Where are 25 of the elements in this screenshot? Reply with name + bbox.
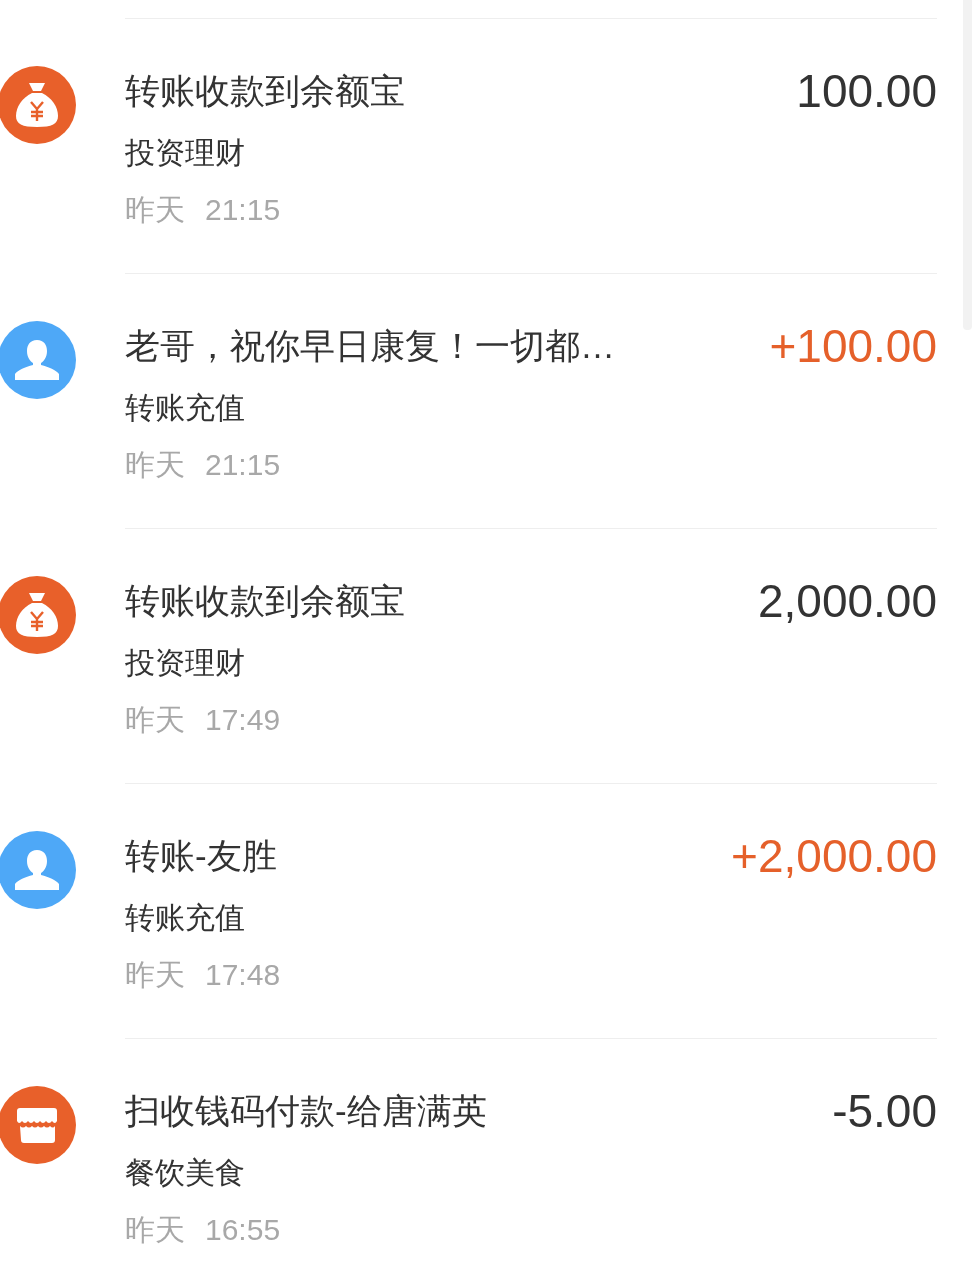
transaction-time: 21:15 [205, 192, 281, 228]
transaction-time: 17:49 [205, 702, 281, 738]
transaction-title: 转账收款到余额宝 [125, 580, 405, 622]
transaction-time: 21:15 [205, 447, 281, 483]
transaction-category: 转账充值 [125, 390, 245, 426]
transaction-day: 昨天 [125, 955, 185, 995]
transaction-category: 投资理财 [125, 135, 245, 171]
transaction-day: 昨天 [125, 445, 185, 485]
transaction-amount: +100.00 [769, 322, 937, 370]
transaction-amount: 2,000.00 [757, 577, 937, 625]
transaction-time: 16:55 [205, 1212, 281, 1248]
transaction-category: 转账充值 [125, 900, 245, 936]
transaction-title: 转账收款到余额宝 [125, 70, 405, 112]
transaction-day: 昨天 [125, 1210, 185, 1250]
transaction-day: 昨天 [125, 190, 185, 230]
transaction-time: 17:48 [205, 957, 281, 993]
transaction-amount: -5.00 [832, 1087, 937, 1135]
transaction-amount: +2,000.00 [731, 832, 937, 880]
transaction-amount: 100.00 [796, 67, 937, 115]
transaction-title: 老哥，祝你早日康复！一切都… [125, 325, 615, 367]
transaction-category: 投资理财 [125, 645, 245, 681]
transaction-title: 转账-友胜 [125, 835, 277, 877]
transaction-day: 昨天 [125, 700, 185, 740]
transaction-category: 餐饮美食 [125, 1155, 245, 1191]
transaction-title: 扫收钱码付款-给唐满英 [125, 1090, 487, 1132]
